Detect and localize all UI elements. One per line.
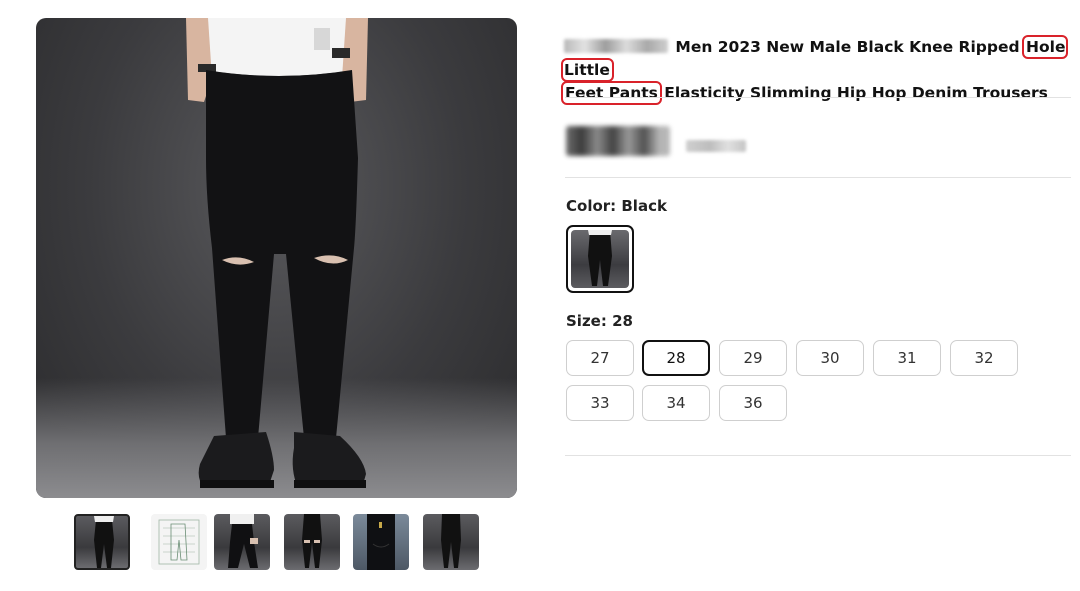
divider — [565, 177, 1071, 178]
size-option-27[interactable]: 27 — [566, 340, 634, 376]
product-title: Men 2023 New Male Black Knee Ripped Hole… — [560, 35, 1072, 105]
thumbnail-2[interactable] — [151, 514, 207, 570]
size-option-31[interactable]: 31 — [873, 340, 941, 376]
size-option-28[interactable]: 28 — [642, 340, 710, 376]
title-suffix: Elasticity Slimming Hip Hop Denim Trouse… — [664, 84, 1048, 102]
size-option-32[interactable]: 32 — [950, 340, 1018, 376]
thumbnail-4[interactable] — [284, 514, 340, 570]
thumbnail-5[interactable] — [353, 514, 409, 570]
size-option-33[interactable]: 33 — [566, 385, 634, 421]
thumbnail-1[interactable] — [74, 514, 130, 570]
size-option-36[interactable]: 36 — [719, 385, 787, 421]
main-product-image — [36, 18, 517, 498]
title-highlight-2: Feet Pants — [561, 81, 662, 105]
size-option-29[interactable]: 29 — [719, 340, 787, 376]
size-option-34[interactable]: 34 — [642, 385, 710, 421]
divider — [565, 97, 1071, 98]
brand-name-blurred — [564, 39, 668, 53]
divider — [565, 455, 1071, 456]
color-label: Color: Black — [566, 197, 667, 215]
thumbnail-3[interactable] — [214, 514, 270, 570]
size-label: Size: 28 — [566, 312, 633, 330]
thumbnail-6[interactable] — [423, 514, 479, 570]
price-blurred — [566, 126, 670, 156]
color-swatch-black[interactable] — [566, 225, 634, 293]
size-option-30[interactable]: 30 — [796, 340, 864, 376]
title-prefix: Men 2023 New Male Black Knee Ripped — [675, 38, 1020, 56]
original-price-blurred — [686, 140, 746, 152]
